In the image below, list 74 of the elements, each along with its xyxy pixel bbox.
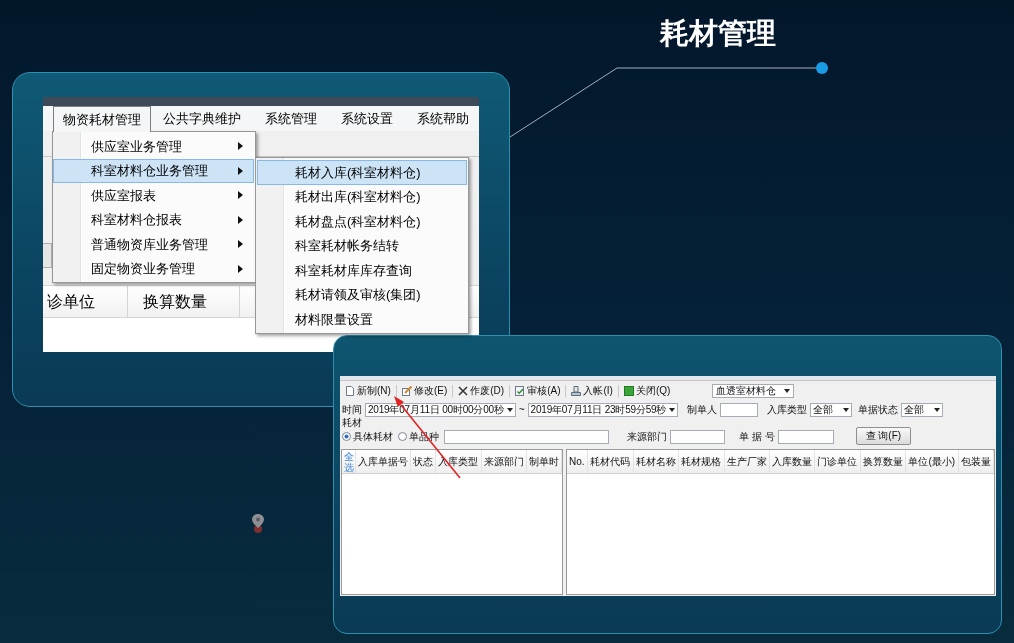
cross-icon bbox=[458, 386, 469, 396]
caret-icon bbox=[506, 407, 513, 412]
menu-item[interactable]: 耗材请领及审核(集团) bbox=[257, 282, 467, 307]
column-header: 换算数量 bbox=[860, 450, 907, 473]
caret-icon bbox=[934, 407, 941, 412]
menu-item[interactable]: 耗材出库(科室材料仓) bbox=[257, 184, 467, 209]
column-header: 入库单据号 bbox=[356, 450, 412, 473]
field-label: 来源部门 bbox=[627, 431, 667, 442]
menu-item[interactable]: 供应室业务管理 bbox=[53, 134, 254, 159]
menu-item[interactable]: 固定物资业务管理 bbox=[53, 256, 254, 281]
dot-icon bbox=[816, 62, 828, 74]
toolbar-button[interactable]: 修改(E) bbox=[398, 383, 451, 399]
column-header: 换算数量 bbox=[128, 286, 240, 317]
dropdown[interactable]: 血透室材料仓 bbox=[712, 384, 794, 398]
toolbar-button[interactable]: 作废(D) bbox=[455, 383, 508, 399]
input-field[interactable] bbox=[720, 402, 759, 417]
menu-item[interactable]: 科室材料仓报表 bbox=[53, 207, 254, 232]
input-field[interactable] bbox=[444, 429, 609, 444]
square-icon bbox=[623, 386, 634, 396]
query-button[interactable]: 查 询(F) bbox=[855, 427, 912, 445]
field-label: 时间 bbox=[342, 404, 362, 415]
dropdown[interactable]: 全部 bbox=[901, 402, 944, 417]
pencil-icon bbox=[401, 386, 412, 396]
date-picker[interactable]: 2019年07月11日 23时59分59秒 bbox=[527, 402, 679, 417]
menu-item[interactable]: 耗材入库(科室材料仓) bbox=[257, 160, 467, 185]
toolbar-button[interactable]: 关闭(Q) bbox=[620, 383, 674, 399]
column-header: 耗材规格 bbox=[679, 450, 725, 473]
column-header: 状态 bbox=[411, 450, 437, 473]
menu-bar-item[interactable]: 系统设置 bbox=[329, 106, 405, 131]
input-field[interactable] bbox=[777, 429, 834, 444]
column-header: 门诊单位 bbox=[815, 450, 861, 473]
field-label: 单 据 号 bbox=[739, 431, 775, 442]
dropdown[interactable]: 全部 bbox=[810, 402, 853, 417]
caret-icon bbox=[843, 407, 850, 412]
map-pin-icon bbox=[249, 513, 267, 533]
column-header: 耗材代码 bbox=[588, 450, 634, 473]
page-title: 耗材管理 bbox=[660, 16, 776, 51]
menu-item[interactable]: 科室耗材帐务结转 bbox=[257, 233, 467, 258]
column-header: 单位(最小) bbox=[906, 450, 959, 473]
column-header: 来源部门 bbox=[481, 450, 527, 473]
toolbar-button[interactable]: 审核(A) bbox=[512, 383, 564, 399]
caret-icon bbox=[784, 389, 790, 393]
range-separator: ~ bbox=[518, 404, 525, 415]
menu-item[interactable]: 普通物资库业务管理 bbox=[53, 232, 254, 257]
column-header: No. bbox=[567, 450, 589, 473]
field-label: 入库类型 bbox=[767, 404, 808, 415]
checked-document-icon bbox=[515, 386, 526, 396]
menu-item[interactable]: 科室材料仓业务管理 bbox=[53, 158, 254, 183]
field-label: 制单人 bbox=[687, 404, 718, 415]
column-header: 制单时 bbox=[526, 450, 562, 473]
menu-item[interactable]: 材料限量设置 bbox=[257, 307, 467, 332]
column-header: 诊单位 bbox=[43, 286, 128, 317]
radio-option[interactable]: 具体耗材 bbox=[342, 431, 393, 442]
menu-bar-item[interactable]: 物资耗材管理 bbox=[53, 106, 151, 132]
menu-item[interactable]: 耗材盘点(科室材料仓) bbox=[257, 209, 467, 234]
document-icon bbox=[345, 386, 355, 396]
column-header: 耗材名称 bbox=[633, 450, 679, 473]
input-field[interactable] bbox=[670, 429, 725, 444]
toolbar-button[interactable]: 入帐(I) bbox=[568, 383, 616, 399]
select-all-button[interactable]: 全选 bbox=[343, 450, 354, 473]
tray-icon bbox=[571, 386, 582, 396]
menu-bar-item[interactable]: 系统管理 bbox=[253, 106, 329, 131]
toolbar-button[interactable]: 新制(N) bbox=[342, 383, 394, 399]
menu-bar-item[interactable]: 公共字典维护 bbox=[151, 106, 253, 131]
menu-bar-item[interactable]: 系统帮助 bbox=[405, 106, 481, 131]
menu-item[interactable]: 供应室报表 bbox=[53, 183, 254, 208]
column-header: 入库数量 bbox=[770, 450, 816, 473]
field-label: 单据状态 bbox=[858, 404, 899, 415]
column-header: 生产厂家 bbox=[724, 450, 770, 473]
caret-icon bbox=[669, 407, 676, 412]
partial-button[interactable] bbox=[43, 243, 52, 268]
menu-item[interactable]: 科室耗材库库存查询 bbox=[257, 258, 467, 283]
column-header: 包装量 bbox=[958, 450, 995, 473]
field-label: 耗材 bbox=[342, 418, 363, 428]
